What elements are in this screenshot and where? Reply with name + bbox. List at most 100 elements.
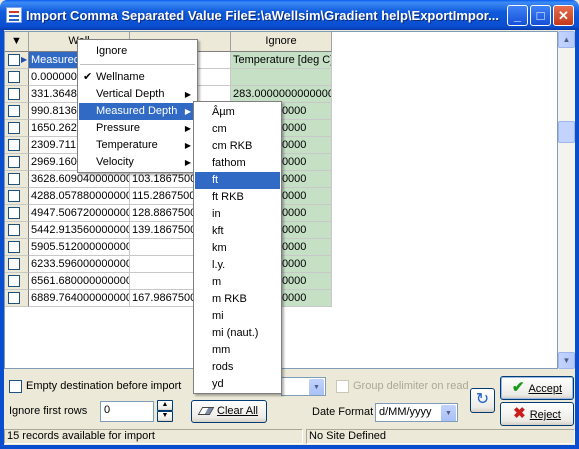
unit-item[interactable]: km — [195, 240, 280, 257]
unit-item[interactable]: kft — [195, 223, 280, 240]
ignore-first-rows-input[interactable]: 0 — [100, 401, 154, 422]
scroll-up-button[interactable]: ▲ — [558, 31, 575, 48]
row-checkbox[interactable] — [8, 258, 20, 270]
row-checkbox[interactable] — [8, 241, 20, 253]
row-checkbox[interactable] — [8, 54, 20, 66]
unit-item[interactable]: mi — [195, 308, 280, 325]
row-checkbox[interactable] — [8, 156, 20, 168]
date-format-value: d/MM/yyyy — [379, 406, 432, 418]
unit-item[interactable]: mm — [195, 342, 280, 359]
scroll-down-button[interactable]: ▼ — [558, 352, 575, 369]
scroll-thumb[interactable] — [558, 121, 575, 143]
table-cell[interactable]: 4947.506720000000 — [29, 205, 130, 222]
spin-down-button[interactable]: ▼ — [157, 411, 173, 422]
unit-item[interactable]: l.y. — [195, 257, 280, 274]
unit-item[interactable]: Âµm — [195, 104, 280, 121]
app-icon — [6, 7, 22, 23]
unit-item[interactable]: m — [195, 274, 280, 291]
chevron-down-icon: ▼ — [309, 379, 324, 395]
row-indicator[interactable] — [5, 239, 29, 256]
row-checkbox[interactable] — [8, 292, 20, 304]
window-title: Import Comma Separated Value FileE:\aWel… — [26, 8, 499, 23]
table-cell[interactable] — [231, 69, 332, 86]
row-indicator[interactable] — [5, 120, 29, 137]
chevron-right-icon: ▶ — [184, 90, 191, 99]
date-format-dropdown[interactable]: d/MM/yyyy ▼ — [375, 403, 458, 422]
row-checkbox[interactable] — [8, 122, 20, 134]
group-delimiter-checkbox[interactable] — [336, 380, 349, 393]
row-indicator[interactable] — [5, 290, 29, 307]
row-indicator[interactable] — [5, 103, 29, 120]
vertical-scrollbar[interactable]: ▲ ▼ — [558, 31, 575, 369]
unit-item[interactable]: mi (naut.) — [195, 325, 280, 342]
grid-header-indicator[interactable]: ▼ — [5, 32, 29, 52]
table-cell[interactable]: 6561.680000000000 — [29, 273, 130, 290]
empty-destination-checkbox[interactable] — [9, 380, 22, 393]
row-indicator[interactable] — [5, 205, 29, 222]
chevron-right-icon: ▶ — [184, 124, 191, 133]
menu-item-vertical-depth[interactable]: Vertical Depth ▶ — [79, 86, 196, 103]
units-submenu[interactable]: Âµm cm cm RKB fathom ft ft RKB in kft km l.y. m m R… — [193, 101, 282, 394]
table-cell[interactable]: Temperature [deg C] — [231, 52, 332, 69]
row-indicator[interactable] — [5, 69, 29, 86]
check-icon: ✔ — [511, 379, 525, 396]
table-cell[interactable]: 5442.913560000000 — [29, 222, 130, 239]
row-checkbox[interactable] — [8, 139, 20, 151]
row-indicator[interactable] — [5, 171, 29, 188]
row-checkbox[interactable] — [8, 275, 20, 287]
unit-item[interactable]: fathom — [195, 155, 280, 172]
group-delimiter-label: Group delimiter on read — [353, 380, 469, 392]
menu-item-velocity[interactable]: Velocity ▶ — [79, 154, 196, 171]
maximize-button[interactable]: □ — [530, 5, 551, 26]
row-checkbox[interactable] — [8, 224, 20, 236]
unit-item[interactable]: cm — [195, 121, 280, 138]
row-checkbox[interactable] — [8, 71, 20, 83]
accept-button[interactable]: ✔ Accept — [500, 376, 574, 400]
clear-all-button[interactable]: Clear All — [191, 400, 267, 423]
menu-item-label: Pressure — [96, 122, 141, 134]
row-checkbox[interactable] — [8, 173, 20, 185]
table-cell[interactable]: 6233.596000000000 — [29, 256, 130, 273]
refresh-button[interactable]: ↻ — [470, 388, 495, 413]
row-checkbox[interactable] — [8, 105, 20, 117]
reject-button[interactable]: ✖ Reject — [500, 402, 574, 426]
row-indicator[interactable] — [5, 256, 29, 273]
refresh-icon: ↻ — [475, 391, 490, 408]
spin-up-button[interactable]: ▲ — [157, 400, 173, 411]
unit-dropdown[interactable]: ▼ — [281, 377, 326, 396]
grid-header-column-3[interactable]: Ignore — [231, 32, 332, 52]
menu-item-temperature[interactable]: Temperature ▶ — [79, 137, 196, 154]
row-indicator[interactable]: ▶ — [5, 52, 29, 69]
table-cell[interactable]: 3628.609040000000 — [29, 171, 130, 188]
unit-item[interactable]: yd — [195, 376, 280, 393]
row-checkbox[interactable] — [8, 190, 20, 202]
row-indicator[interactable] — [5, 154, 29, 171]
column-context-menu[interactable]: Ignore Wellname ✔ Vertical Depth ▶ Measured D… — [77, 39, 198, 173]
row-indicator[interactable] — [5, 86, 29, 103]
unit-item[interactable]: ft RKB — [195, 189, 280, 206]
table-cell[interactable]: 5905.512000000000 — [29, 239, 130, 256]
table-cell[interactable]: 4288.057880000000 — [29, 188, 130, 205]
unit-item[interactable]: m RKB — [195, 291, 280, 308]
row-indicator[interactable] — [5, 188, 29, 205]
unit-item[interactable]: cm RKB — [195, 138, 280, 155]
menu-item-pressure[interactable]: Pressure ▶ — [79, 120, 196, 137]
row-indicator[interactable] — [5, 222, 29, 239]
row-checkbox[interactable] — [8, 88, 20, 100]
unit-item[interactable]: ft — [195, 172, 280, 189]
close-button[interactable]: ✕ — [553, 5, 574, 26]
minimize-button[interactable]: _ — [507, 5, 528, 26]
row-checkbox[interactable] — [8, 207, 20, 219]
menu-item-measured-depth[interactable]: Measured Depth ▶ — [79, 103, 196, 120]
row-indicator[interactable] — [5, 273, 29, 290]
row-indicator[interactable] — [5, 137, 29, 154]
unit-item[interactable]: rods — [195, 359, 280, 376]
chevron-right-icon: ▶ — [184, 158, 191, 167]
accept-label: Accept — [528, 383, 563, 395]
menu-item-label: Wellname — [96, 71, 145, 83]
chevron-down-icon: ▼ — [441, 405, 456, 421]
unit-item[interactable]: in — [195, 206, 280, 223]
table-cell[interactable]: 6889.764000000000 — [29, 290, 130, 307]
menu-item-wellname[interactable]: Wellname ✔ — [79, 69, 196, 86]
menu-item-ignore[interactable]: Ignore — [79, 43, 196, 60]
